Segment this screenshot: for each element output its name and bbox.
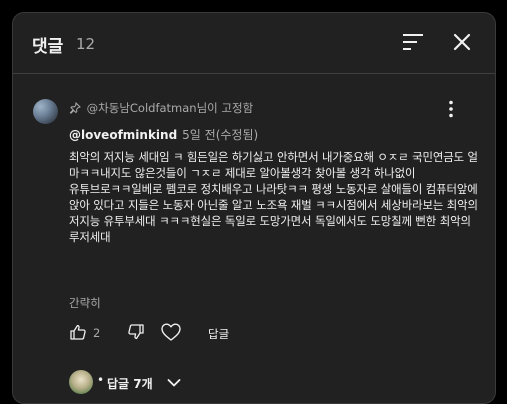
comment-count: 12 <box>76 35 96 53</box>
comment-author-line: @loveofminkind 5일 전(수정됨) <box>69 126 258 143</box>
reply-button[interactable]: 답글 <box>208 326 229 342</box>
read-less-link[interactable]: 간략히 <box>69 295 101 311</box>
replies-toggle[interactable]: • 답글 7개 <box>69 370 209 396</box>
panel-header: 댓글 12 <box>13 13 495 74</box>
like-count: 2 <box>93 326 101 340</box>
avatar[interactable] <box>33 99 58 124</box>
comment-author[interactable]: @loveofminkind <box>69 128 177 142</box>
comment-date[interactable]: 5일 전(수정됨) <box>182 128 258 142</box>
sort-icon[interactable] <box>403 33 423 51</box>
heart-icon[interactable] <box>160 322 182 346</box>
thumbs-down-icon[interactable] <box>127 323 145 345</box>
comments-panel: 댓글 12 @차동남Coldfatman님이 고정함 @loveofminkin… <box>12 12 496 404</box>
more-vert-icon[interactable] <box>441 99 461 119</box>
comment-actions: 2 답글 <box>69 323 469 345</box>
pinned-text: @차동남Coldfatman님이 고정함 <box>86 101 254 115</box>
avatar <box>69 370 93 394</box>
thumbs-up-icon[interactable] <box>69 323 87 345</box>
pin-icon <box>69 101 87 115</box>
separator-dot: • <box>97 373 105 387</box>
replies-count-label: 답글 7개 <box>107 377 153 391</box>
panel-title: 댓글 <box>32 37 64 57</box>
pinned-label: @차동남Coldfatman님이 고정함 <box>69 100 253 116</box>
comment-body: 최악의 저지능 세대임 ㅋ 힘든일은 하기싫고 안하면서 내가중요해 ㅇㅈㄹ 국… <box>69 150 478 245</box>
close-icon[interactable] <box>451 31 473 53</box>
chevron-down-icon <box>166 375 182 391</box>
